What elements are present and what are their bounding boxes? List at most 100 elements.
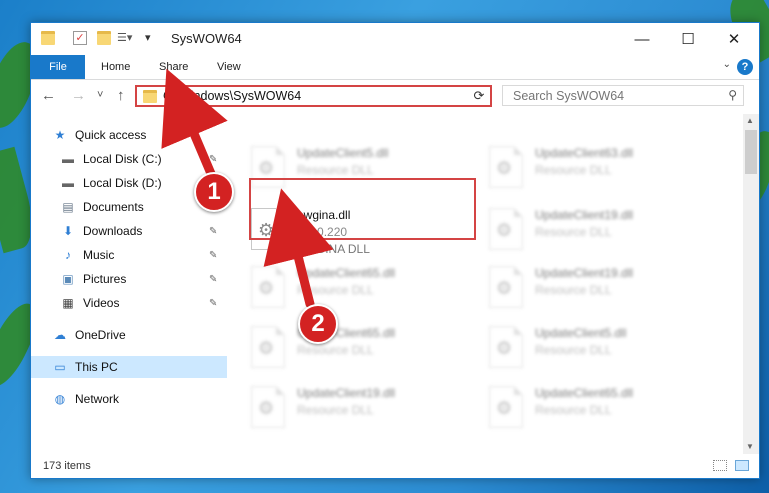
- pictures-icon: ▣: [62, 272, 74, 286]
- view-options-icon[interactable]: ☰▾: [117, 31, 132, 45]
- folder-icon: [143, 90, 157, 103]
- dll-file-icon: ⚙: [489, 386, 523, 428]
- pin-icon[interactable]: ✎: [209, 274, 217, 285]
- back-button[interactable]: ←: [41, 87, 56, 104]
- window-title: SysWOW64: [171, 31, 242, 46]
- file-name: UpdateClient65.dll: [535, 386, 634, 400]
- address-bar[interactable]: C:\Windows\SysWOW64 ˅: [135, 85, 485, 107]
- file-item[interactable]: ⚙ UpdateClient63.dll Resource DLL: [489, 144, 719, 196]
- file-type: Resource DLL: [535, 343, 612, 357]
- network-icon: ◍: [54, 392, 66, 406]
- file-type: Resource DLL: [535, 403, 612, 417]
- large-icons-view-icon[interactable]: [735, 460, 749, 471]
- sidebar-item-pictures[interactable]: ▣ Pictures ✎: [31, 268, 227, 290]
- dll-file-icon: ⚙: [489, 326, 523, 368]
- file-item[interactable]: ⚙ UpdateClient19.dll Resource DLL: [251, 384, 481, 436]
- sidebar-item-local-disk-c[interactable]: ▬ Local Disk (C:) ✎: [31, 148, 227, 170]
- file-name: UpdateClient65.dll: [297, 266, 396, 280]
- sidebar-item-label: Network: [75, 392, 120, 406]
- file-item[interactable]: ⚙ UpdateClient65.dll Resource DLL: [489, 384, 719, 436]
- dll-file-icon: ⚙: [251, 266, 285, 308]
- maximize-button[interactable]: ☐: [665, 23, 711, 55]
- gear-icon: ⚙: [496, 220, 513, 240]
- dll-file-icon: ⚙: [251, 386, 285, 428]
- gear-icon: ⚙: [258, 158, 275, 178]
- recent-locations-button[interactable]: ˅: [97, 89, 103, 101]
- sidebar-item-label: Local Disk (D:): [83, 176, 162, 190]
- documents-icon: ▤: [62, 200, 74, 214]
- step-1-badge: 1: [194, 172, 234, 212]
- drive-icon: ▬: [62, 176, 74, 190]
- folder-icon: [41, 31, 55, 45]
- star-icon: ★: [54, 128, 66, 142]
- sidebar-item-network[interactable]: ◍ Network: [31, 388, 227, 410]
- file-item[interactable]: ⚙ UpdateClient5.dll Resource DLL: [489, 324, 719, 376]
- videos-icon: ▦: [62, 296, 74, 310]
- search-box[interactable]: ⚲: [502, 85, 744, 106]
- file-type: Resource DLL: [297, 283, 374, 297]
- downloads-icon: ⬇: [62, 224, 74, 238]
- file-item[interactable]: ⚙ UpdateClient19.dll Resource DLL: [489, 206, 719, 258]
- details-view-icon[interactable]: [713, 460, 727, 471]
- scroll-down-icon[interactable]: ▼: [746, 442, 754, 451]
- file-type: Resource DLL: [297, 403, 374, 417]
- item-count: 173 items: [43, 460, 91, 472]
- sidebar-item-this-pc[interactable]: ▭ This PC: [31, 356, 227, 378]
- chevron-down-icon[interactable]: ⌄: [723, 59, 731, 70]
- address-path: C:\Windows\SysWOW64: [163, 89, 302, 103]
- status-bar: 173 items: [31, 454, 759, 478]
- file-explorer-window: ✓ ☰▾ ▾ SysWOW64 — ☐ ✕ File Home Share Vi…: [30, 22, 760, 479]
- sidebar-item-label: This PC: [75, 360, 118, 374]
- file-name: UpdateClient19.dll: [535, 208, 634, 222]
- file-item[interactable]: ⚙ UpdateClient19.dll Resource DLL: [489, 264, 719, 316]
- file-type: Resource DLL: [535, 163, 612, 177]
- file-item[interactable]: ⚙ UpdateClient65.dll Resource DLL: [251, 324, 481, 376]
- sidebar-item-label: Music: [83, 248, 115, 262]
- gear-icon: ⚙: [258, 278, 275, 298]
- tab-file[interactable]: File: [31, 55, 85, 79]
- help-icon[interactable]: ?: [737, 59, 753, 75]
- file-item[interactable]: ⚙ UpdateClient65.dll Resource DLL: [251, 264, 481, 316]
- tab-view[interactable]: View: [217, 55, 241, 79]
- pin-icon[interactable]: ✎: [209, 154, 217, 165]
- vertical-scrollbar[interactable]: ▲ ▼: [743, 114, 759, 454]
- minimize-button[interactable]: —: [619, 23, 665, 55]
- tab-share[interactable]: Share: [159, 55, 188, 79]
- gear-icon: ⚙: [496, 158, 513, 178]
- sidebar-item-label: OneDrive: [75, 328, 126, 342]
- scroll-thumb[interactable]: [745, 130, 757, 174]
- sidebar-item-music[interactable]: ♪ Music ✎: [31, 244, 227, 266]
- properties-icon[interactable]: ✓: [73, 31, 87, 45]
- pin-icon[interactable]: ✎: [209, 298, 217, 309]
- search-icon[interactable]: ⚲: [728, 88, 737, 102]
- highlight-box: [249, 178, 476, 240]
- dll-file-icon: ⚙: [489, 146, 523, 188]
- navigation-bar: ← → ˅ ↑ C:\Windows\SysWOW64 ˅ ⟳ ⚲: [31, 80, 759, 114]
- sidebar-item-label: Local Disk (C:): [83, 152, 162, 166]
- refresh-button[interactable]: ⟳: [468, 85, 492, 107]
- close-button[interactable]: ✕: [711, 23, 757, 55]
- customize-toolbar-icon[interactable]: ▾: [145, 31, 159, 45]
- pin-icon[interactable]: ✎: [209, 250, 217, 261]
- gear-icon: ⚙: [496, 338, 513, 358]
- sidebar-item-label: Videos: [83, 296, 120, 310]
- scroll-up-icon[interactable]: ▲: [746, 116, 754, 125]
- sidebar-item-downloads[interactable]: ⬇ Downloads ✎: [31, 220, 227, 242]
- dll-file-icon: ⚙: [489, 208, 523, 250]
- sidebar-item-videos[interactable]: ▦ Videos ✎: [31, 292, 227, 314]
- sidebar-item-onedrive[interactable]: ☁ OneDrive: [31, 324, 227, 346]
- file-type: Resource DLL: [535, 225, 612, 239]
- navigation-pane: ★ Quick access ▬ Local Disk (C:) ✎ ▬ Local Dis…: [31, 114, 227, 454]
- file-name: UpdateClient5.dll: [535, 326, 627, 340]
- pin-icon[interactable]: ✎: [209, 226, 217, 237]
- tab-home[interactable]: Home: [101, 55, 130, 79]
- new-folder-icon[interactable]: [97, 31, 111, 45]
- sidebar-item-quick-access[interactable]: ★ Quick access: [31, 124, 227, 146]
- this-pc-icon: ▭: [54, 360, 66, 374]
- search-input[interactable]: [511, 88, 715, 104]
- file-name: UpdateClient63.dll: [535, 146, 634, 160]
- forward-button[interactable]: →: [71, 87, 86, 104]
- sidebar-item-label: Quick access: [75, 128, 147, 142]
- up-button[interactable]: ↑: [117, 87, 125, 104]
- file-type: Resource DLL: [297, 343, 374, 357]
